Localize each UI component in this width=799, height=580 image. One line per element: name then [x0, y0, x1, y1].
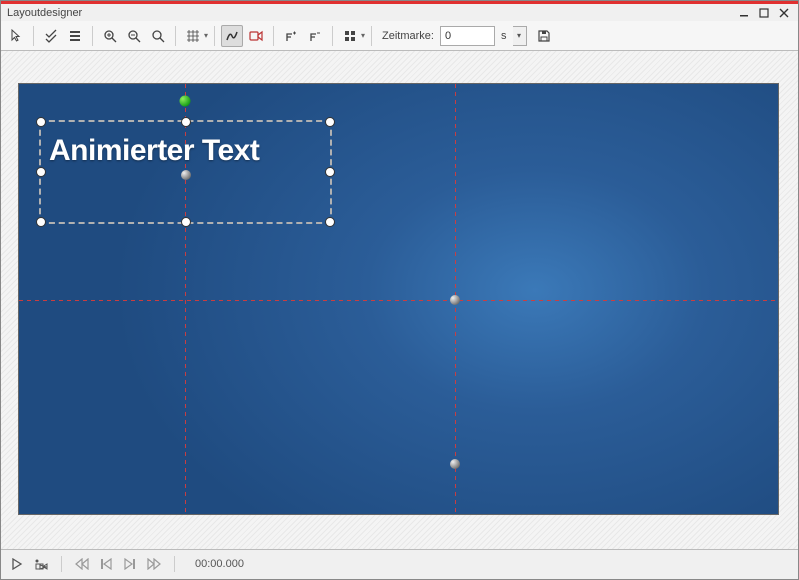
playback-bar: 00:00.000	[1, 549, 798, 578]
pointer-tool[interactable]	[5, 25, 27, 47]
timemark-input[interactable]	[440, 26, 495, 46]
timemark-dropdown[interactable]: ▾	[513, 26, 527, 46]
titlebar: Layoutdesigner	[1, 1, 798, 21]
guide-horizontal[interactable]	[19, 300, 778, 301]
play-button[interactable]	[7, 555, 27, 573]
zoom-out-icon[interactable]	[123, 25, 145, 47]
object-center[interactable]	[181, 170, 191, 180]
handle-n[interactable]	[181, 117, 191, 127]
play-from-button[interactable]	[31, 555, 51, 573]
window-title: Layoutdesigner	[7, 7, 82, 19]
anchor-marker[interactable]	[450, 459, 460, 469]
handle-ne[interactable]	[325, 117, 335, 127]
settings-icon[interactable]	[339, 25, 361, 47]
animated-text[interactable]: Animierter Text	[49, 134, 259, 168]
prev-frame-button[interactable]	[96, 555, 116, 573]
timemark-unit: s	[501, 30, 507, 42]
canvas-area[interactable]: Animierter Text	[1, 51, 798, 549]
handle-w[interactable]	[36, 167, 46, 177]
playback-time: 00:00.000	[195, 558, 244, 570]
keyframe-add-icon[interactable]	[280, 25, 302, 47]
record-icon[interactable]	[245, 25, 267, 47]
rotation-pivot[interactable]	[180, 96, 191, 107]
close-button[interactable]	[776, 6, 792, 20]
handle-e[interactable]	[325, 167, 335, 177]
align-tool[interactable]	[64, 25, 86, 47]
next-frame-button[interactable]	[120, 555, 140, 573]
selection-box[interactable]: Animierter Text	[39, 120, 332, 224]
zoom-fit-icon[interactable]	[147, 25, 169, 47]
timemark-label: Zeitmarke:	[382, 30, 434, 42]
center-marker[interactable]	[450, 295, 460, 305]
handle-se[interactable]	[325, 217, 335, 227]
toolbar: ▾ ▾ Zeitmarke: s ▾	[1, 21, 798, 51]
save-icon[interactable]	[533, 25, 555, 47]
zoom-in-icon[interactable]	[99, 25, 121, 47]
grid-icon[interactable]	[182, 25, 204, 47]
design-canvas[interactable]: Animierter Text	[18, 83, 779, 515]
handle-sw[interactable]	[36, 217, 46, 227]
rewind-button[interactable]	[72, 555, 92, 573]
keyframe-remove-icon[interactable]	[304, 25, 326, 47]
select-tool[interactable]	[40, 25, 62, 47]
path-tool[interactable]	[221, 25, 243, 47]
forward-button[interactable]	[144, 555, 164, 573]
maximize-button[interactable]	[756, 6, 772, 20]
handle-s[interactable]	[181, 217, 191, 227]
handle-nw[interactable]	[36, 117, 46, 127]
minimize-button[interactable]	[736, 6, 752, 20]
